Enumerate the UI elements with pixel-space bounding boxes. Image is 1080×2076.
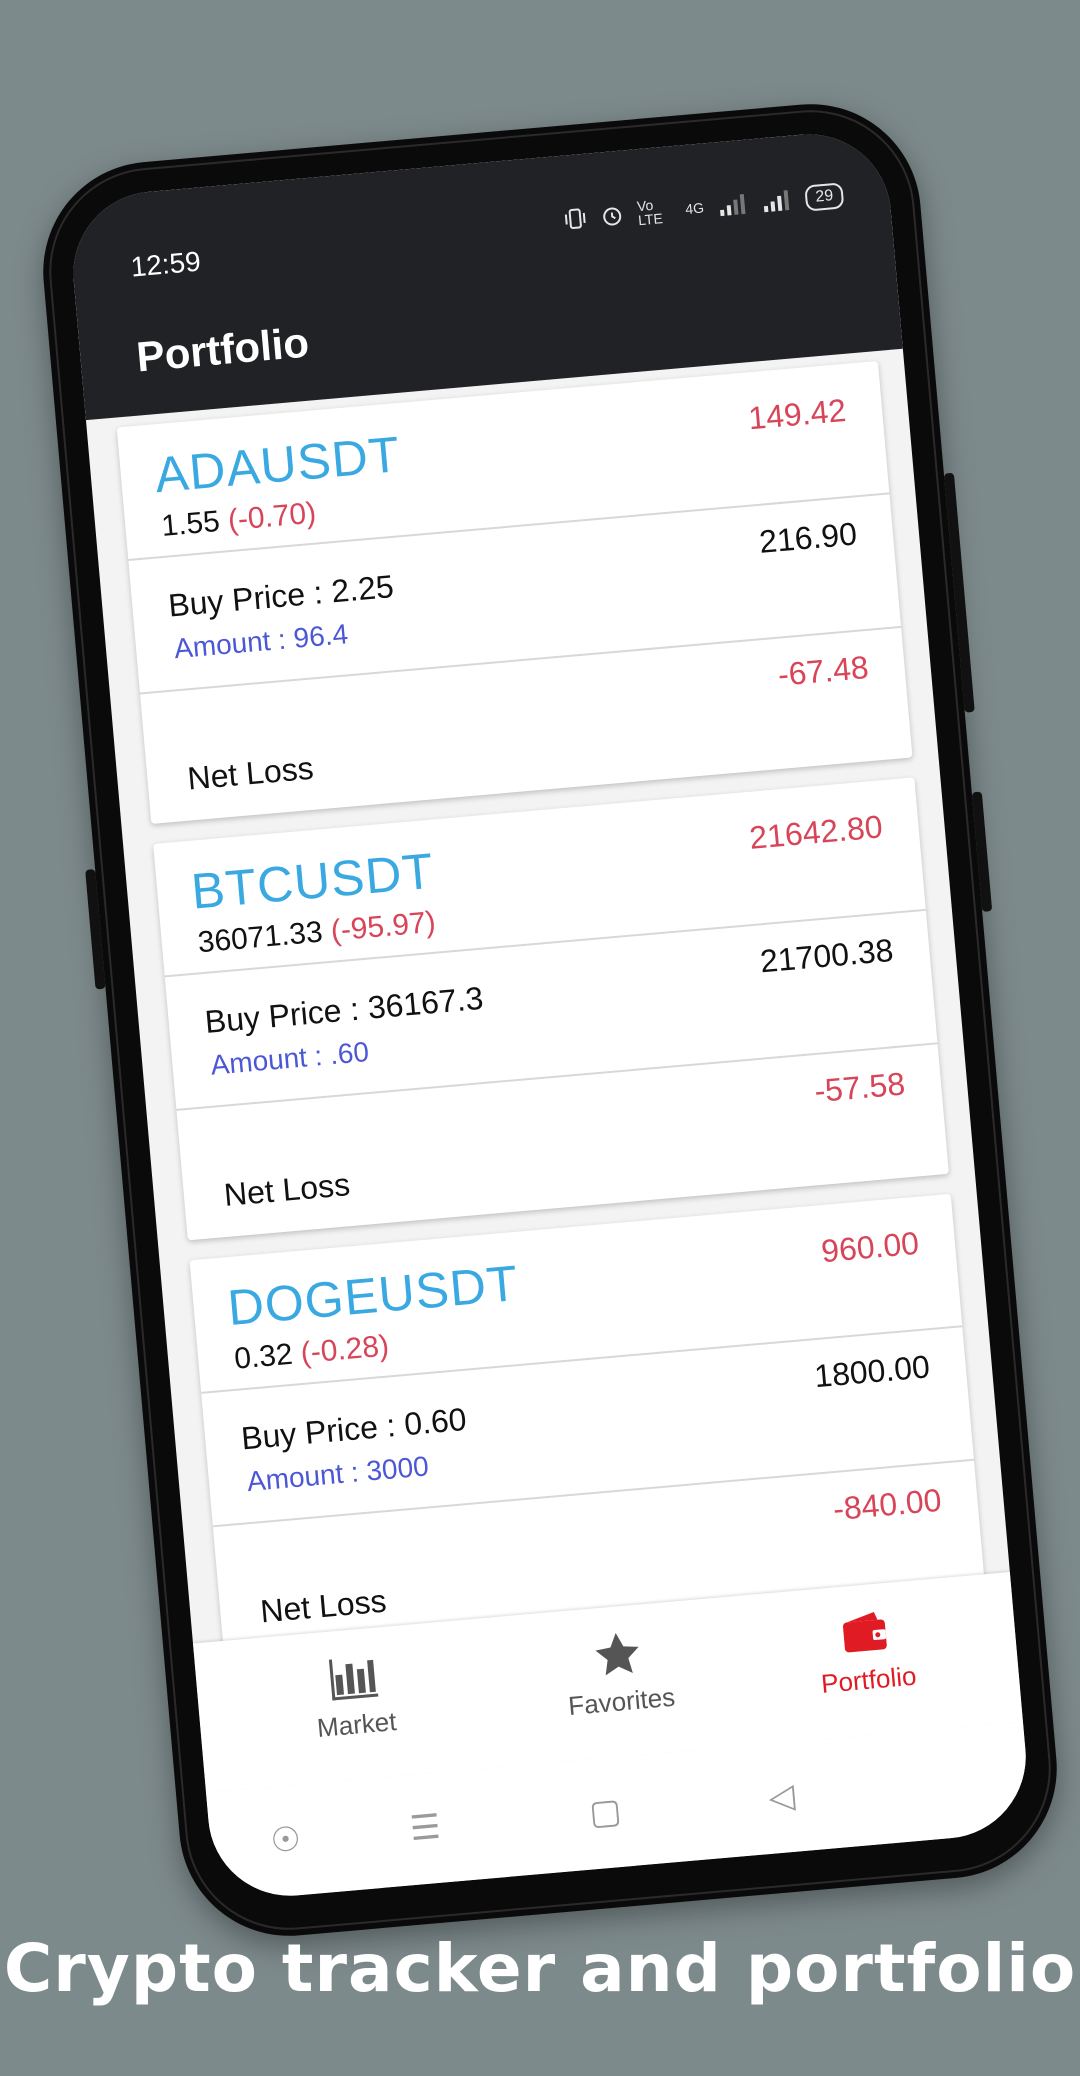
star-icon (516, 1620, 720, 1691)
vibrate-icon (563, 206, 587, 232)
phone-screen: 12:59 Vo LTE 4G 29 Portfolio ADAUSDT 1.5… (66, 127, 1033, 1903)
coin-change: (-95.97) (329, 905, 438, 948)
amount: Amount : 96.4 (172, 618, 350, 665)
status-time: 12:59 (129, 245, 202, 283)
nav-item-market[interactable]: Market (251, 1643, 458, 1749)
volte-label: Vo LTE (636, 196, 664, 229)
invested-value: 21700.38 (758, 931, 895, 980)
phone-frame: 12:59 Vo LTE 4G 29 Portfolio ADAUSDT 1.5… (34, 95, 1066, 1945)
portfolio-card[interactable]: BTCUSDT 36071.33 (-95.97) 21642.80 Buy P… (153, 777, 949, 1241)
buy-price: Buy Price : 0.60 (239, 1400, 468, 1457)
buy-price: Buy Price : 2.25 (166, 568, 396, 624)
nav-label-favorites: Favorites (567, 1681, 677, 1721)
net-label: Net Loss (222, 1166, 352, 1214)
power-button (971, 791, 993, 912)
page-title: Portfolio (134, 318, 311, 381)
net-value: -840.00 (831, 1481, 943, 1528)
nav-item-favorites[interactable]: Favorites (516, 1620, 723, 1726)
bar-chart-icon (251, 1643, 455, 1714)
signal-icon (717, 193, 749, 218)
holding-value: 149.42 (746, 391, 848, 437)
side-button (85, 869, 106, 990)
wallet-icon (763, 1598, 967, 1669)
alarm-icon (599, 203, 625, 229)
volume-button (943, 472, 975, 713)
coin-price-line: 0.32 (-0.28) (233, 1329, 390, 1376)
coin-price: 1.55 (160, 504, 222, 543)
promo-caption: Crypto tracker and portfolio (3, 1930, 1077, 2007)
signal-icon-2 (761, 189, 793, 214)
home-icon[interactable]: ▢ (588, 1791, 623, 1834)
nav-label-market: Market (315, 1706, 398, 1743)
amount: Amount : 3000 (245, 1450, 430, 1498)
network-type-label: 4G (684, 199, 705, 218)
back-icon[interactable]: ◁ (767, 1776, 797, 1818)
coin-price: 0.32 (232, 1337, 294, 1376)
net-label: Net Loss (186, 749, 315, 797)
holding-value: 960.00 (819, 1224, 921, 1270)
amount: Amount : .60 (209, 1035, 371, 1081)
portfolio-list: ADAUSDT 1.55 (-0.70) 149.42 Buy Price : … (116, 360, 987, 1677)
net-value: -67.48 (776, 648, 871, 693)
status-bar: 12:59 Vo LTE 4G 29 (67, 128, 894, 311)
nav-item-portfolio[interactable]: Portfolio (763, 1598, 970, 1704)
net-label: Net Loss (258, 1582, 388, 1630)
assistant-icon[interactable]: ☉ (269, 1819, 303, 1862)
coin-symbol: DOGEUSDT (225, 1254, 521, 1337)
invested-value: 216.90 (757, 515, 859, 560)
coin-price: 36071.33 (196, 915, 325, 960)
menu-icon[interactable]: ☰ (408, 1807, 442, 1850)
status-icons: Vo LTE 4G 29 (563, 181, 845, 233)
nav-label-portfolio: Portfolio (819, 1660, 918, 1699)
coin-price-line: 1.55 (-0.70) (160, 497, 317, 544)
coin-change: (-0.28) (299, 1329, 391, 1370)
net-value: -57.58 (812, 1065, 907, 1110)
buy-price: Buy Price : 36167.3 (203, 979, 485, 1041)
coin-symbol: ADAUSDT (152, 426, 403, 504)
coin-change: (-0.70) (226, 496, 318, 538)
holding-value: 21642.80 (747, 808, 884, 856)
invested-value: 1800.00 (812, 1348, 932, 1395)
portfolio-card[interactable]: ADAUSDT 1.55 (-0.70) 149.42 Buy Price : … (116, 360, 913, 824)
battery-indicator: 29 (804, 182, 845, 212)
